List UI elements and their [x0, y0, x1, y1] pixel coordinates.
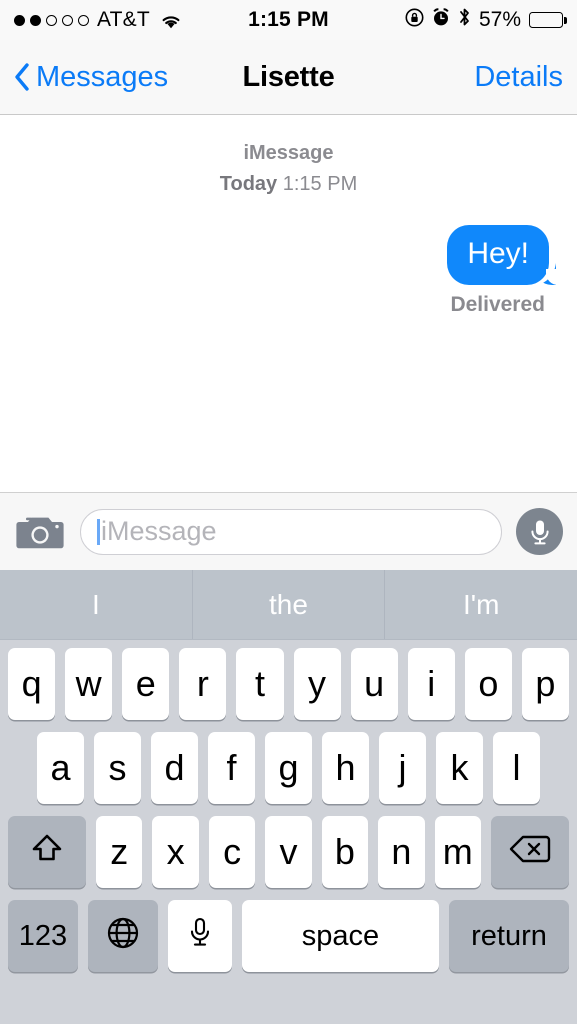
globe-key[interactable]	[88, 900, 158, 972]
key-a[interactable]: a	[37, 732, 84, 804]
imessage-service-label: iMessage	[16, 139, 561, 168]
shift-key[interactable]	[8, 816, 86, 888]
suggestion-0[interactable]: I	[0, 570, 192, 639]
key-m[interactable]: m	[435, 816, 481, 888]
key-g[interactable]: g	[265, 732, 312, 804]
key-d[interactable]: d	[151, 732, 198, 804]
message-delivery-status: Delivered	[450, 293, 549, 317]
key-r[interactable]: r	[179, 648, 226, 720]
globe-icon	[105, 915, 141, 957]
message-bubble-group: Hey! Delivered	[447, 225, 549, 317]
key-l[interactable]: l	[493, 732, 540, 804]
message-input-placeholder: iMessage	[101, 516, 217, 547]
key-x[interactable]: x	[152, 816, 198, 888]
key-y[interactable]: y	[294, 648, 341, 720]
onscreen-keyboard: q w e r t y u i o p a s d f g h j k l	[0, 640, 577, 1024]
text-cursor	[97, 519, 100, 545]
numbers-key[interactable]: 123	[8, 900, 78, 972]
thread-day-label: Today	[220, 173, 277, 195]
microphone-icon	[187, 916, 213, 956]
keyboard-row-2: a s d f g h j k l	[0, 732, 577, 804]
microphone-icon	[527, 517, 553, 547]
dictation-key[interactable]	[168, 900, 232, 972]
rotation-lock-icon	[405, 8, 424, 33]
key-s[interactable]: s	[94, 732, 141, 804]
keyboard-row-3: z x c v b n m	[0, 816, 577, 888]
thread-time-label: 1:15 PM	[283, 173, 357, 195]
keyboard-row-4: 123	[0, 900, 577, 972]
key-z[interactable]: z	[96, 816, 142, 888]
key-p[interactable]: p	[522, 648, 569, 720]
battery-icon	[529, 12, 563, 28]
key-b[interactable]: b	[322, 816, 368, 888]
status-bar-right: 57%	[405, 7, 563, 33]
backspace-key[interactable]	[491, 816, 569, 888]
key-i[interactable]: i	[408, 648, 455, 720]
key-h[interactable]: h	[322, 732, 369, 804]
key-o[interactable]: o	[465, 648, 512, 720]
details-button[interactable]: Details	[474, 61, 563, 94]
backspace-delete-icon	[508, 833, 552, 871]
key-t[interactable]: t	[236, 648, 283, 720]
thread-date-time: Today 1:15 PM	[16, 170, 561, 199]
camera-icon[interactable]	[14, 511, 66, 553]
key-j[interactable]: j	[379, 732, 426, 804]
key-n[interactable]: n	[378, 816, 424, 888]
key-k[interactable]: k	[436, 732, 483, 804]
message-bubble[interactable]: Hey!	[447, 225, 549, 285]
predictive-text-bar: I the I'm	[0, 570, 577, 640]
message-input-bar: iMessage	[0, 492, 577, 570]
space-key[interactable]: space	[242, 900, 439, 972]
alarm-clock-icon	[432, 8, 450, 33]
key-w[interactable]: w	[65, 648, 112, 720]
key-c[interactable]: c	[209, 816, 255, 888]
navigation-bar: Messages Lisette Details	[0, 40, 577, 115]
key-f[interactable]: f	[208, 732, 255, 804]
return-key[interactable]: return	[449, 900, 569, 972]
bluetooth-icon	[458, 7, 471, 33]
imessage-conversation-screen: AT&T 1:15 PM	[0, 0, 577, 1024]
key-v[interactable]: v	[265, 816, 311, 888]
key-q[interactable]: q	[8, 648, 55, 720]
voice-message-button[interactable]	[516, 508, 563, 555]
key-e[interactable]: e	[122, 648, 169, 720]
suggestion-1[interactable]: the	[192, 570, 385, 639]
message-input-field[interactable]: iMessage	[80, 509, 502, 555]
message-thread: iMessage Today 1:15 PM Hey! Delivered	[0, 115, 577, 492]
status-bar: AT&T 1:15 PM	[0, 0, 577, 40]
keyboard-row-1: q w e r t y u i o p	[0, 648, 577, 720]
shift-arrow-icon	[28, 830, 66, 874]
key-u[interactable]: u	[351, 648, 398, 720]
thread-timestamp-header: iMessage Today 1:15 PM	[16, 139, 561, 199]
battery-percent-label: 57%	[479, 8, 521, 32]
suggestion-2[interactable]: I'm	[384, 570, 577, 639]
message-row-outgoing: Hey! Delivered	[16, 225, 561, 317]
